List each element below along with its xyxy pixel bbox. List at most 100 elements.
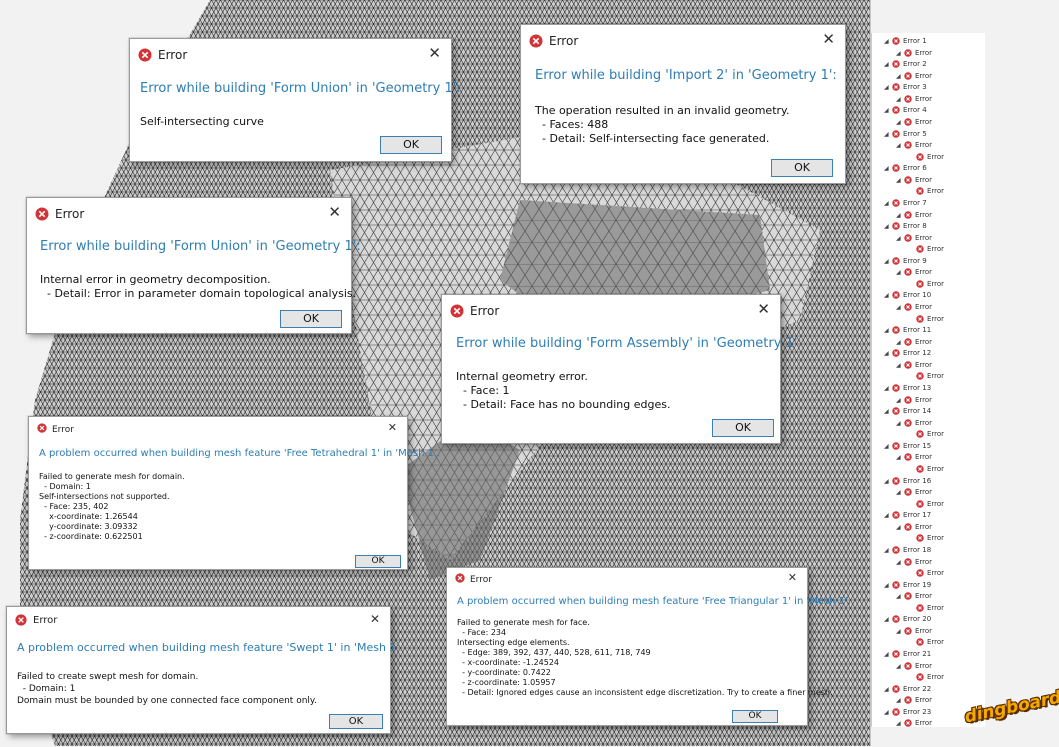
expand-toggle-icon[interactable]: ◢ [884, 290, 892, 301]
tree-node-error[interactable]: ◢ Error 12 [884, 348, 931, 359]
tree-node-error[interactable]: ◢ Error 3 [884, 82, 927, 93]
tree-child-error[interactable]: ◢ Error [896, 175, 932, 186]
expand-toggle-icon[interactable]: ◢ [896, 140, 904, 151]
tree-child-error[interactable]: ◢ Error [896, 210, 932, 221]
tree-node-error[interactable]: ◢ Error 9 [884, 256, 927, 267]
tree-child-error[interactable]: ◢ Error [896, 233, 932, 244]
close-icon[interactable]: ✕ [388, 420, 397, 436]
tree-node-error[interactable]: ◢ Error 19 [884, 580, 931, 591]
tree-child-error[interactable]: ◢ Error [896, 626, 932, 637]
tree-node-error[interactable]: ◢ Error 2 [884, 59, 927, 70]
tree-child-error[interactable]: ◢ Error [896, 487, 932, 498]
expand-toggle-icon[interactable]: ◢ [896, 94, 904, 105]
expand-toggle-icon[interactable]: ◢ [884, 129, 892, 140]
ok-button[interactable]: OK [280, 310, 342, 328]
tree-child-error[interactable]: Error [908, 533, 944, 544]
expand-toggle-icon[interactable]: ◢ [884, 649, 892, 660]
tree-child-error[interactable]: ◢ Error [896, 360, 932, 371]
expand-toggle-icon[interactable]: ◢ [896, 557, 904, 568]
expand-toggle-icon[interactable]: ◢ [884, 383, 892, 394]
tree-child-error[interactable]: Error [908, 186, 944, 197]
tree-child-error[interactable]: Error [908, 637, 944, 648]
expand-toggle-icon[interactable]: ◢ [896, 395, 904, 406]
expand-toggle-icon[interactable]: ◢ [896, 718, 904, 727]
ok-button[interactable]: OK [771, 159, 833, 177]
expand-toggle-icon[interactable]: ◢ [896, 337, 904, 348]
tree-child-error[interactable]: ◢ Error [896, 337, 932, 348]
tree-child-error[interactable]: Error [908, 499, 944, 510]
close-icon[interactable]: ✕ [428, 45, 441, 61]
expand-toggle-icon[interactable]: ◢ [884, 59, 892, 70]
expand-toggle-icon[interactable]: ◢ [896, 360, 904, 371]
expand-toggle-icon[interactable]: ◢ [884, 684, 892, 695]
tree-node-error[interactable]: ◢ Error 10 [884, 290, 931, 301]
tree-child-error[interactable]: ◢ Error [896, 718, 932, 727]
expand-toggle-icon[interactable]: ◢ [884, 707, 892, 718]
expand-toggle-icon[interactable]: ◢ [884, 476, 892, 487]
expand-toggle-icon[interactable]: ◢ [896, 175, 904, 186]
tree-child-error[interactable]: Error [908, 672, 944, 683]
tree-node-error[interactable]: ◢ Error 22 [884, 684, 931, 695]
expand-toggle-icon[interactable]: ◢ [896, 661, 904, 672]
tree-child-error[interactable]: ◢ Error [896, 695, 932, 706]
expand-toggle-icon[interactable]: ◢ [884, 256, 892, 267]
tree-node-error[interactable]: ◢ Error 7 [884, 198, 927, 209]
tree-node-error[interactable]: ◢ Error 11 [884, 325, 931, 336]
tree-node-error[interactable]: ◢ Error 17 [884, 510, 931, 521]
tree-node-error[interactable]: ◢ Error 4 [884, 105, 927, 116]
tree-node-error[interactable]: ◢ Error 14 [884, 406, 931, 417]
expand-toggle-icon[interactable]: ◢ [896, 452, 904, 463]
expand-toggle-icon[interactable]: ◢ [896, 591, 904, 602]
close-icon[interactable]: ✕ [370, 611, 380, 627]
tree-child-error[interactable]: ◢ Error [896, 557, 932, 568]
tree-node-error[interactable]: ◢ Error 5 [884, 129, 927, 140]
ok-button[interactable]: OK [329, 714, 383, 729]
tree-child-error[interactable]: Error [908, 314, 944, 325]
tree-child-error[interactable]: ◢ Error [896, 418, 932, 429]
tree-node-error[interactable]: ◢ Error 8 [884, 221, 927, 232]
ok-button[interactable]: OK [380, 136, 442, 154]
expand-toggle-icon[interactable]: ◢ [896, 267, 904, 278]
expand-toggle-icon[interactable]: ◢ [896, 233, 904, 244]
tree-node-error[interactable]: ◢ Error 1 [884, 36, 927, 47]
tree-node-error[interactable]: ◢ Error 15 [884, 441, 931, 452]
tree-child-error[interactable]: ◢ Error [896, 522, 932, 533]
expand-toggle-icon[interactable]: ◢ [896, 626, 904, 637]
expand-toggle-icon[interactable]: ◢ [884, 406, 892, 417]
tree-node-error[interactable]: ◢ Error 18 [884, 545, 931, 556]
expand-toggle-icon[interactable]: ◢ [896, 71, 904, 82]
tree-child-error[interactable]: ◢ Error [896, 267, 932, 278]
expand-toggle-icon[interactable]: ◢ [884, 441, 892, 452]
expand-toggle-icon[interactable]: ◢ [884, 580, 892, 591]
tree-child-error[interactable]: Error [908, 152, 944, 163]
ok-button[interactable]: OK [732, 710, 778, 723]
tree-node-error[interactable]: ◢ Error 16 [884, 476, 931, 487]
expand-toggle-icon[interactable]: ◢ [896, 522, 904, 533]
tree-child-error[interactable]: ◢ Error [896, 140, 932, 151]
tree-node-error[interactable]: ◢ Error 21 [884, 649, 931, 660]
tree-child-error[interactable]: Error [908, 603, 944, 614]
expand-toggle-icon[interactable]: ◢ [896, 117, 904, 128]
tree-child-error[interactable]: Error [908, 464, 944, 475]
expand-toggle-icon[interactable]: ◢ [896, 210, 904, 221]
expand-toggle-icon[interactable]: ◢ [884, 545, 892, 556]
expand-toggle-icon[interactable]: ◢ [884, 614, 892, 625]
tree-child-error[interactable]: ◢ Error [896, 452, 932, 463]
expand-toggle-icon[interactable]: ◢ [896, 487, 904, 498]
tree-node-error[interactable]: ◢ Error 13 [884, 383, 931, 394]
tree-child-error[interactable]: ◢ Error [896, 71, 932, 82]
expand-toggle-icon[interactable]: ◢ [884, 36, 892, 47]
ok-button[interactable]: OK [355, 555, 401, 568]
close-icon[interactable]: ✕ [328, 204, 341, 220]
ok-button[interactable]: OK [712, 419, 774, 437]
expand-toggle-icon[interactable]: ◢ [884, 105, 892, 116]
close-icon[interactable]: ✕ [757, 301, 770, 317]
tree-child-error[interactable]: ◢ Error [896, 117, 932, 128]
close-icon[interactable]: ✕ [788, 570, 797, 586]
tree-node-error[interactable]: ◢ Error 20 [884, 614, 931, 625]
tree-child-error[interactable]: Error [908, 371, 944, 382]
expand-toggle-icon[interactable]: ◢ [896, 302, 904, 313]
expand-toggle-icon[interactable]: ◢ [884, 198, 892, 209]
tree-child-error[interactable]: Error [908, 429, 944, 440]
expand-toggle-icon[interactable]: ◢ [896, 418, 904, 429]
